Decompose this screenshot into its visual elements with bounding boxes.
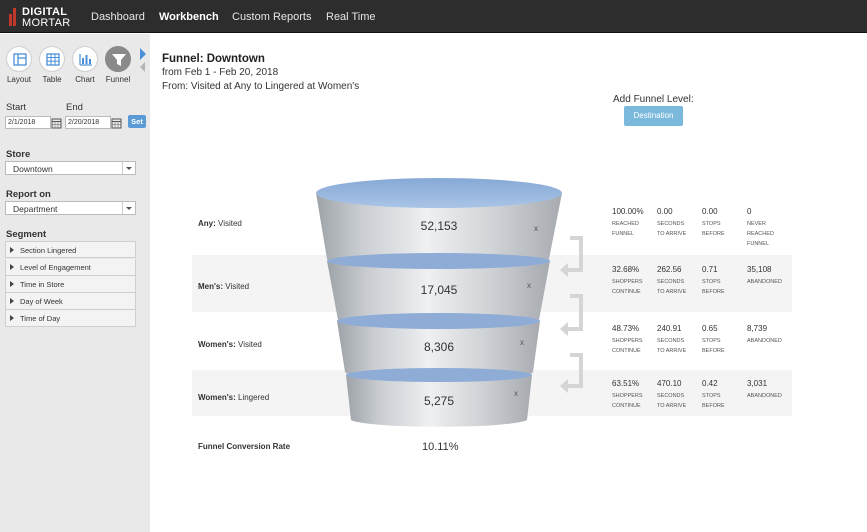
continue-arrow-icon [566, 236, 583, 388]
stat-shoppers-continue: 32.68% SHOPPERS CONTINUE [612, 265, 643, 295]
conversion-rate-value: 10.11% [422, 441, 459, 453]
stat-reached-funnel: 100.00% REACHED FUNNEL [612, 207, 644, 237]
remove-level-button[interactable]: x [534, 224, 538, 233]
stat-stops-before: 0.42 STOPS BEFORE [702, 379, 725, 409]
continue-arrow-head-icon [560, 263, 568, 393]
remove-level-button[interactable]: x [520, 338, 524, 347]
stat-shoppers-continue: 48.73% SHOPPERS CONTINUE [612, 324, 643, 354]
remove-level-button[interactable]: x [527, 281, 531, 290]
stat-never-reached: 0 NEVER REACHED FUNNEL [747, 207, 774, 247]
stat-stops-before: 0.65 STOPS BEFORE [702, 324, 725, 354]
stat-stops-before: 0.00 STOPS BEFORE [702, 207, 725, 237]
stat-seconds-to-arrive: 470.10 SECONDS TO ARRIVE [657, 379, 687, 409]
conversion-rate-label: Funnel Conversion Rate [198, 442, 291, 451]
stat-abandoned: 35,108 ABANDONED [747, 265, 782, 285]
stat-seconds-to-arrive: 262.56 SECONDS TO ARRIVE [657, 265, 687, 295]
stat-shoppers-continue: 63.51% SHOPPERS CONTINUE [612, 379, 643, 409]
stat-stops-before: 0.71 STOPS BEFORE [702, 265, 725, 295]
level-value-womens-visited: 8,306 [423, 340, 455, 354]
remove-level-button[interactable]: x [514, 389, 518, 398]
stat-abandoned: 8,739 ABANDONED [747, 324, 782, 344]
level-value-womens-lingered: 5,275 [423, 394, 455, 408]
stat-seconds-to-arrive: 0.00 SECONDS TO ARRIVE [657, 207, 687, 237]
stat-abandoned: 3,031 ABANDONED [747, 379, 782, 399]
stat-seconds-to-arrive: 240.91 SECONDS TO ARRIVE [657, 324, 687, 354]
level-value-any: 52,153 [420, 219, 458, 233]
level-value-mens: 17,045 [420, 283, 458, 297]
